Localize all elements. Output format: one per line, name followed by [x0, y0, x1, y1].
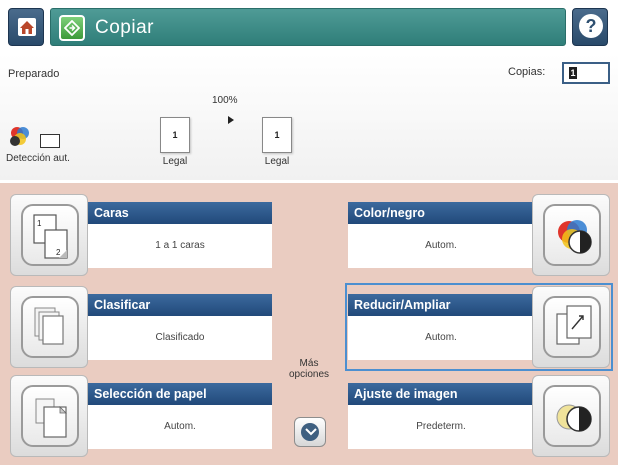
ajuste-imagen-icon-button[interactable] — [532, 375, 610, 457]
title-bar: Copiar — [50, 8, 566, 46]
reducir-ampliar-title: Reducir/Ampliar — [348, 294, 534, 316]
option-reducir-ampliar[interactable]: Reducir/Ampliar Autom. — [345, 283, 613, 371]
ajuste-imagen-title: Ajuste de imagen — [348, 383, 534, 405]
copies-input[interactable]: 1 — [562, 62, 610, 84]
svg-text:2: 2 — [56, 248, 61, 257]
home-icon — [18, 18, 36, 36]
option-ajuste-imagen[interactable]: Ajuste de imagen Predeterm. — [348, 375, 610, 457]
copies-label: Copias: — [508, 66, 546, 78]
option-color-negro[interactable]: Color/negro Autom. — [348, 194, 610, 276]
image-adjust-icon — [556, 404, 592, 432]
paper-icon — [35, 398, 67, 438]
help-button[interactable]: ? — [572, 8, 608, 46]
top-bar: Copiar ? — [8, 8, 608, 48]
color-detect-icon — [10, 127, 29, 146]
chevron-down-glyph — [305, 428, 317, 436]
clasificar-value: Clasificado — [88, 316, 272, 360]
more-options-label: Más opciones — [288, 358, 330, 380]
caras-icon-button[interactable]: 1 2 — [10, 194, 88, 276]
clasificar-title: Clasificar — [88, 294, 272, 316]
reducir-ampliar-value: Autom. — [348, 316, 534, 360]
reducir-ampliar-icon-button[interactable] — [532, 286, 610, 368]
caras-title: Caras — [88, 202, 272, 224]
ajuste-imagen-value: Predeterm. — [348, 405, 534, 449]
copies-value: 1 — [569, 67, 577, 79]
page-title: Copiar — [95, 17, 154, 38]
original-page-thumbnail: 1 — [160, 117, 190, 153]
copy-icon — [59, 15, 85, 41]
color-negro-title: Color/negro — [348, 202, 534, 224]
option-caras[interactable]: 1 2 Caras 1 a 1 caras — [10, 194, 272, 276]
more-options-button[interactable] — [294, 417, 326, 447]
two-sided-icon: 1 2 — [33, 214, 68, 259]
detect-label: Detección aut. — [6, 153, 70, 164]
seleccion-papel-title: Selección de papel — [88, 383, 272, 405]
home-button[interactable] — [8, 8, 44, 46]
output-size-label: Legal — [264, 156, 290, 167]
color-mode-icon — [558, 220, 592, 254]
seleccion-papel-value: Autom. — [88, 405, 272, 449]
color-negro-icon-button[interactable] — [532, 194, 610, 276]
output-page-thumbnail: 1 — [262, 117, 292, 153]
seleccion-papel-icon-button[interactable] — [10, 375, 88, 457]
help-icon: ? — [579, 14, 603, 38]
scan-icon — [40, 134, 60, 148]
arrow-right-icon — [228, 116, 234, 124]
collate-icon — [34, 307, 64, 345]
option-seleccion-papel[interactable]: Selección de papel Autom. — [10, 375, 272, 457]
svg-text:1: 1 — [37, 219, 42, 228]
status-text: Preparado — [8, 68, 60, 80]
zoom-level: 100% — [212, 95, 238, 106]
resize-icon — [556, 305, 592, 345]
status-area: Preparado Copias: 1 100% 1 Legal 1 Legal… — [0, 54, 618, 180]
color-negro-value: Autom. — [348, 224, 534, 268]
caras-value: 1 a 1 caras — [88, 224, 272, 268]
clasificar-icon-button[interactable] — [10, 286, 88, 368]
option-clasificar[interactable]: Clasificar Clasificado — [10, 286, 272, 368]
original-size-label: Legal — [162, 156, 188, 167]
